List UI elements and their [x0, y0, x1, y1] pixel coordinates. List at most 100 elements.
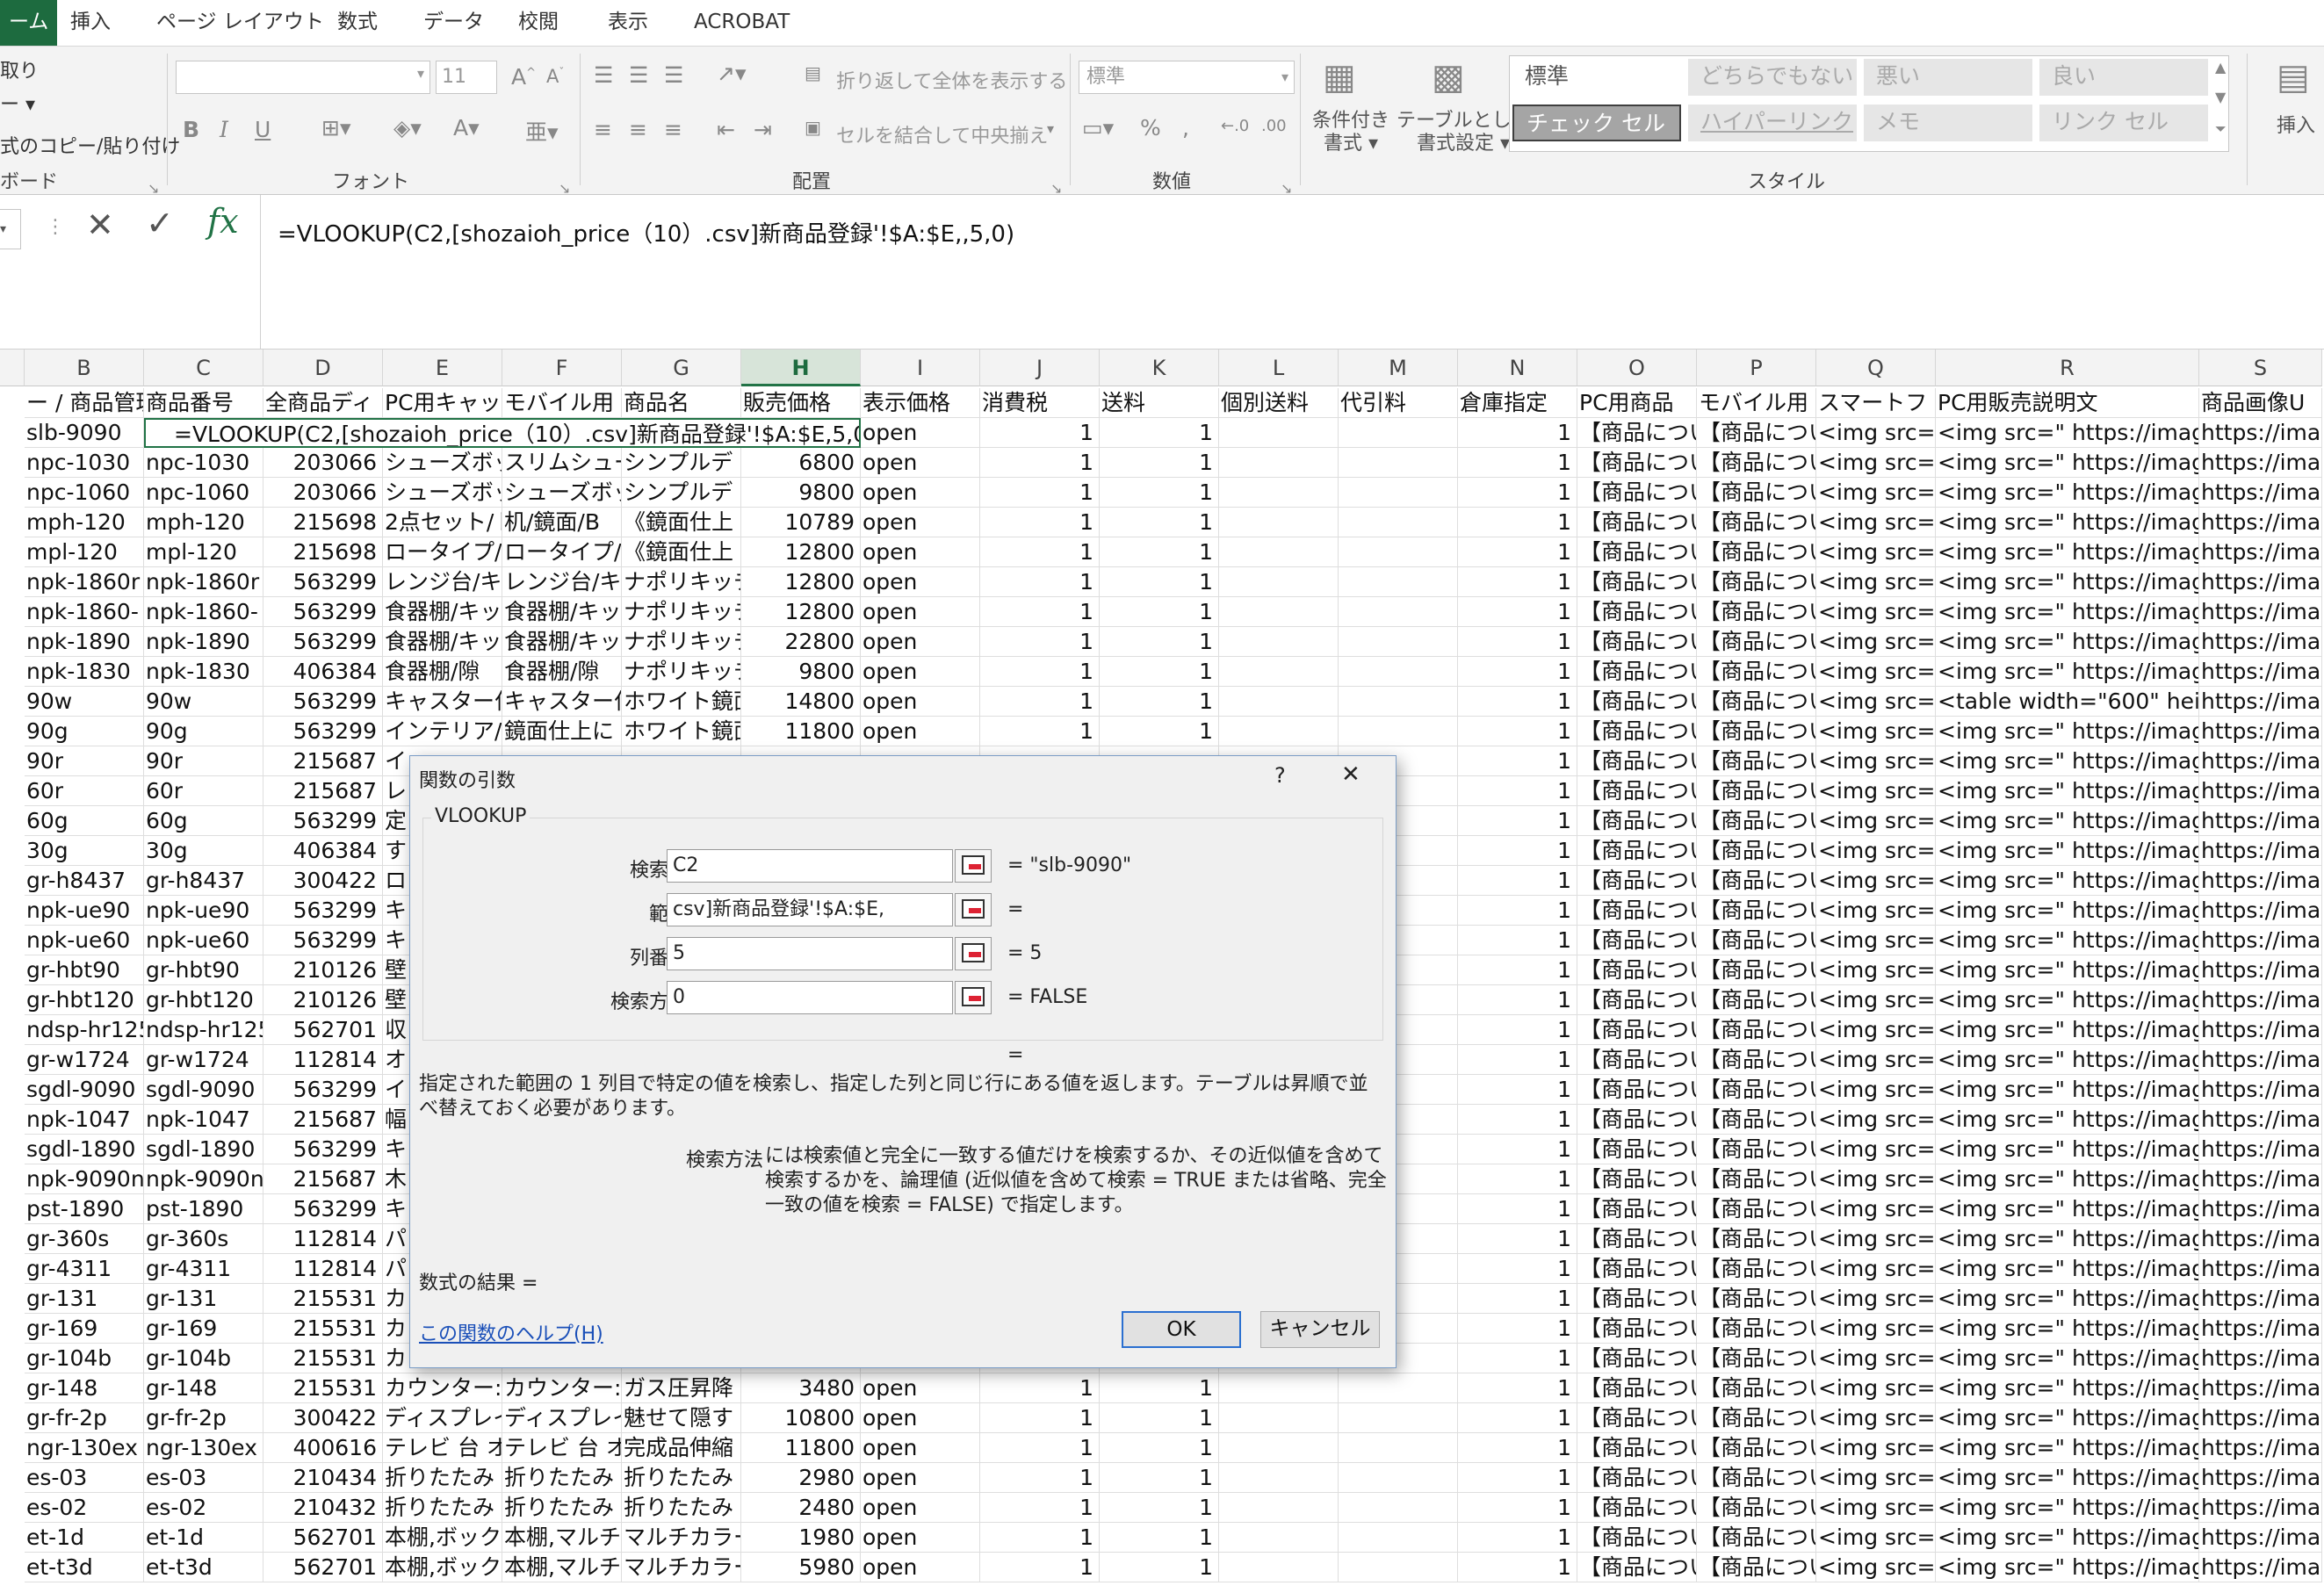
wrap-text-button[interactable]: 折り返して全体を表示する — [836, 66, 1067, 94]
table-cell[interactable]: 300422 — [263, 866, 383, 896]
table-cell[interactable]: 1 — [1100, 1373, 1219, 1403]
table-cell[interactable]: 215687 — [263, 1164, 383, 1194]
table-cell[interactable]: 【商品につい — [1697, 1224, 1816, 1254]
table-cell[interactable]: <img src=" — [1816, 657, 1936, 687]
table-cell[interactable]: 【商品につい — [1697, 1553, 1816, 1582]
table-cell[interactable]: https://ima — [2199, 537, 2322, 567]
table-cell[interactable]: <img src=" — [1816, 1523, 1936, 1553]
table-cell[interactable]: gr-h8437 — [144, 866, 263, 896]
decrease-indent-icon[interactable]: ⇤ — [717, 117, 735, 142]
column-header-r[interactable]: R — [1936, 350, 2199, 386]
table-cell[interactable]: 本棚,マルチ — [502, 1523, 622, 1553]
table-cell[interactable]: 215687 — [263, 746, 383, 776]
table-cell[interactable]: open — [861, 537, 980, 567]
table-cell[interactable]: 1 — [1100, 508, 1219, 537]
table-cell[interactable]: 3480 — [741, 1373, 861, 1403]
table-cell[interactable]: 1 — [1458, 508, 1577, 537]
collapse-dialog-icon[interactable] — [955, 937, 992, 970]
phonetic-icon[interactable]: 亜▾ — [525, 115, 559, 147]
table-cell[interactable]: 食器棚/キッ — [502, 597, 622, 627]
table-cell[interactable]: <img src=" https://image — [1936, 1224, 2199, 1254]
table-cell[interactable]: 215531 — [263, 1314, 383, 1344]
table-cell[interactable]: 【商品につい — [1697, 806, 1816, 836]
table-cell[interactable]: 406384 — [263, 836, 383, 866]
table-cell[interactable]: gr-131 — [25, 1284, 144, 1314]
underline-icon[interactable]: U — [255, 117, 271, 142]
header-cell[interactable]: 商品画像U — [2199, 388, 2322, 418]
table-cell[interactable]: 60r — [144, 776, 263, 806]
header-cell[interactable]: PC用商品 — [1577, 388, 1697, 418]
table-cell[interactable]: open — [861, 597, 980, 627]
tab-data[interactable]: データ — [423, 0, 484, 46]
table-cell[interactable]: https://ima — [2199, 926, 2322, 955]
table-cell[interactable] — [1219, 1493, 1339, 1523]
table-cell[interactable]: https://ima — [2199, 1523, 2322, 1553]
table-cell[interactable]: https://ima — [2199, 1344, 2322, 1373]
gallery-scroll-up-icon[interactable]: ▲ — [2215, 59, 2226, 76]
style-hyperlink[interactable]: ハイパーリンク — [1688, 105, 1857, 141]
table-cell[interactable]: https://ima — [2199, 985, 2322, 1015]
table-cell[interactable]: 【商品につい — [1577, 1224, 1697, 1254]
table-cell[interactable]: マルチカラー — [622, 1523, 741, 1553]
column-header-n[interactable]: N — [1458, 350, 1577, 386]
table-cell[interactable]: https://ima — [2199, 1045, 2322, 1075]
table-cell[interactable]: https://ima — [2199, 508, 2322, 537]
table-cell[interactable]: 9800 — [741, 478, 861, 508]
table-cell[interactable]: open — [861, 1403, 980, 1433]
table-cell[interactable]: 【商品につい — [1577, 806, 1697, 836]
header-cell[interactable]: モバイル用 — [502, 388, 622, 418]
table-cell[interactable]: https://ima — [2199, 1493, 2322, 1523]
table-cell[interactable]: gr-169 — [25, 1314, 144, 1344]
tab-insert[interactable]: 挿入 — [70, 0, 111, 46]
table-cell[interactable]: 【商品につい — [1577, 567, 1697, 597]
table-cell[interactable]: 《鏡面仕上 — [622, 537, 741, 567]
table-cell[interactable] — [1219, 717, 1339, 746]
table-cell[interactable]: <img src=" — [1816, 746, 1936, 776]
table-cell[interactable]: open — [861, 1373, 980, 1403]
table-cell[interactable]: <img src=" — [1816, 776, 1936, 806]
arg-input-table-array[interactable]: csv]新商品登録'!$A:$E, — [667, 893, 953, 926]
table-cell[interactable]: open — [861, 567, 980, 597]
header-cell[interactable]: ー / 商品管理番 — [25, 388, 144, 418]
table-cell[interactable]: 2480 — [741, 1493, 861, 1523]
table-cell[interactable]: sgdl-9090 — [144, 1075, 263, 1105]
table-cell[interactable]: 1 — [1458, 926, 1577, 955]
column-header-i[interactable]: I — [861, 350, 980, 386]
table-cell[interactable]: 1 — [980, 1493, 1100, 1523]
table-cell[interactable]: https://ima — [2199, 1224, 2322, 1254]
table-cell[interactable]: <img src=" — [1816, 567, 1936, 597]
table-cell[interactable]: <img src=" — [1816, 687, 1936, 717]
table-cell[interactable]: 【商品につい — [1697, 1493, 1816, 1523]
orientation-icon[interactable]: ↗▾ — [717, 61, 747, 86]
header-cell[interactable]: 商品名 — [622, 388, 741, 418]
table-cell[interactable]: <img src=" — [1816, 806, 1936, 836]
bold-icon[interactable]: B — [183, 117, 199, 142]
table-cell[interactable]: <table width="600" heig — [1936, 687, 2199, 717]
table-cell[interactable]: https://ima — [2199, 836, 2322, 866]
table-cell[interactable]: open — [861, 657, 980, 687]
tab-home[interactable]: ーム — [0, 0, 58, 46]
table-cell[interactable]: mpl-120 — [144, 537, 263, 567]
table-cell[interactable]: 1 — [980, 448, 1100, 478]
table-cell[interactable]: sgdl-1890 — [25, 1135, 144, 1164]
table-cell[interactable]: 【商品につい — [1577, 1075, 1697, 1105]
table-cell[interactable]: 1 — [1458, 1135, 1577, 1164]
table-cell[interactable]: 1 — [1100, 1493, 1219, 1523]
table-cell[interactable]: 1 — [1458, 418, 1577, 448]
table-cell[interactable]: シンプルデ — [622, 448, 741, 478]
table-cell[interactable]: <img src=" — [1816, 597, 1936, 627]
table-cell[interactable]: 本棚,ボック — [383, 1523, 502, 1553]
table-cell[interactable]: pst-1890 — [25, 1194, 144, 1224]
table-cell[interactable]: 【商品につい — [1577, 1015, 1697, 1045]
table-cell[interactable]: <img src=" — [1816, 1194, 1936, 1224]
table-cell[interactable]: 【商品につい — [1697, 1075, 1816, 1105]
style-neutral[interactable]: どちらでもない — [1688, 59, 1857, 96]
table-cell[interactable]: https://ima — [2199, 448, 2322, 478]
table-cell[interactable]: 【商品につい — [1577, 955, 1697, 985]
font-size-combo[interactable]: 11 — [436, 61, 497, 94]
wrap-text-icon[interactable]: ▤ — [805, 62, 821, 83]
table-cell[interactable]: es-02 — [25, 1493, 144, 1523]
table-cell[interactable]: 【商品につい — [1577, 508, 1697, 537]
table-cell[interactable]: 1 — [1458, 448, 1577, 478]
table-cell[interactable] — [1219, 537, 1339, 567]
